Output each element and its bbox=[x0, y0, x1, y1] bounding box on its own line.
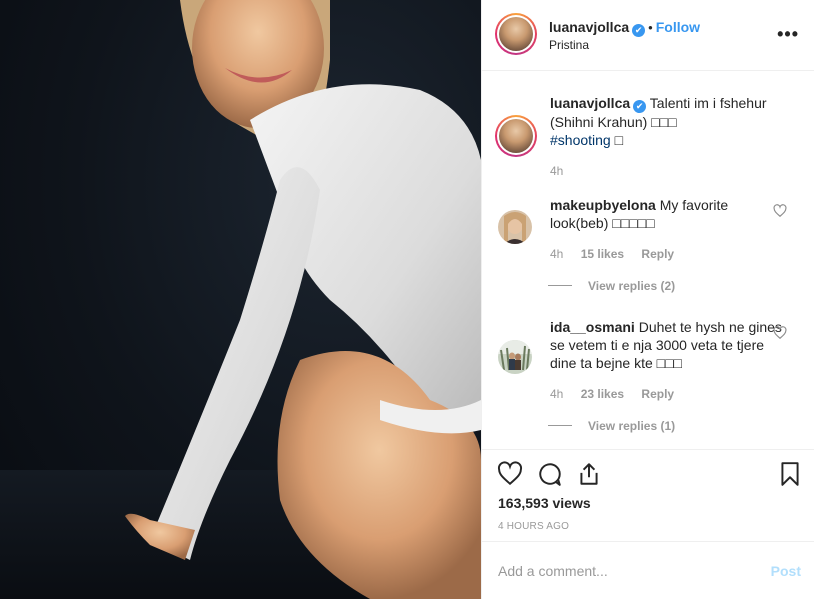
post-location[interactable]: Pristina bbox=[549, 38, 589, 52]
video-frame bbox=[0, 0, 481, 599]
author-line: luanavjollca ✔ • Follow bbox=[549, 19, 700, 37]
comment-age[interactable]: 4h bbox=[550, 387, 563, 401]
heart-icon[interactable] bbox=[497, 461, 523, 487]
view-replies-button[interactable]: View replies (1) bbox=[548, 419, 675, 433]
view-replies-label: View replies (1) bbox=[588, 419, 676, 433]
heart-icon[interactable] bbox=[773, 326, 787, 340]
post-time[interactable]: 4 HOURS AGO bbox=[498, 521, 569, 532]
hashtag-link[interactable]: #shooting bbox=[550, 132, 611, 148]
post-header: luanavjollca ✔ • Follow Pristina ••• bbox=[482, 0, 814, 71]
caption-meta: 4h bbox=[550, 164, 577, 178]
comment-icon[interactable] bbox=[537, 461, 563, 487]
comment-username[interactable]: makeupbyelona bbox=[550, 197, 656, 213]
caption-emoji: □ bbox=[614, 132, 624, 148]
reply-button[interactable]: Reply bbox=[641, 387, 674, 401]
follow-button[interactable]: Follow bbox=[656, 19, 700, 35]
action-bar: 163,593 views 4 HOURS AGO bbox=[482, 449, 814, 541]
separator-dot: • bbox=[648, 20, 653, 35]
share-icon[interactable] bbox=[576, 461, 602, 487]
comments-list[interactable]: luanavjollca ✔ Talenti im i fshehur (Shih… bbox=[482, 72, 814, 448]
heart-icon[interactable] bbox=[773, 204, 787, 218]
caption-age[interactable]: 4h bbox=[550, 164, 563, 178]
verified-badge-icon: ✔ bbox=[632, 24, 646, 37]
post-video[interactable] bbox=[0, 0, 481, 599]
comment-input[interactable]: Add a comment... bbox=[498, 563, 608, 579]
author-username[interactable]: luanavjollca bbox=[549, 19, 629, 35]
comment-likes[interactable]: 23 likes bbox=[581, 387, 624, 401]
comment-text: ida__osmani Duhet te hysh ne gines se ve… bbox=[550, 318, 785, 372]
comment-meta: 4h 15 likes Reply bbox=[550, 247, 688, 261]
divider-line bbox=[548, 425, 572, 426]
view-replies-label: View replies (2) bbox=[588, 279, 676, 293]
divider-line bbox=[548, 285, 572, 286]
post-detail-panel: luanavjollca ✔ • Follow Pristina ••• luanav… bbox=[481, 0, 814, 599]
more-options-icon[interactable]: ••• bbox=[777, 24, 799, 45]
caption-username[interactable]: luanavjollca bbox=[550, 95, 630, 111]
commenter-avatar[interactable] bbox=[498, 340, 532, 374]
comment-meta: 4h 23 likes Reply bbox=[550, 387, 688, 401]
comment-text: makeupbyelona My favorite look(beb) □□□□… bbox=[550, 196, 785, 232]
comment-age[interactable]: 4h bbox=[550, 247, 563, 261]
caption-avatar[interactable] bbox=[495, 115, 537, 157]
reply-button[interactable]: Reply bbox=[641, 247, 674, 261]
verified-badge-icon: ✔ bbox=[633, 100, 647, 113]
view-replies-button[interactable]: View replies (2) bbox=[548, 279, 675, 293]
add-comment-bar: Add a comment... Post bbox=[482, 541, 814, 599]
caption-text: luanavjollca ✔ Talenti im i fshehur (Shih… bbox=[550, 94, 785, 149]
post-button[interactable]: Post bbox=[771, 563, 801, 579]
author-avatar[interactable] bbox=[495, 13, 537, 55]
commenter-avatar[interactable] bbox=[498, 210, 532, 244]
comment-username[interactable]: ida__osmani bbox=[550, 319, 635, 335]
views-count[interactable]: 163,593 views bbox=[498, 495, 591, 511]
comment-likes[interactable]: 15 likes bbox=[581, 247, 624, 261]
bookmark-icon[interactable] bbox=[777, 461, 803, 487]
